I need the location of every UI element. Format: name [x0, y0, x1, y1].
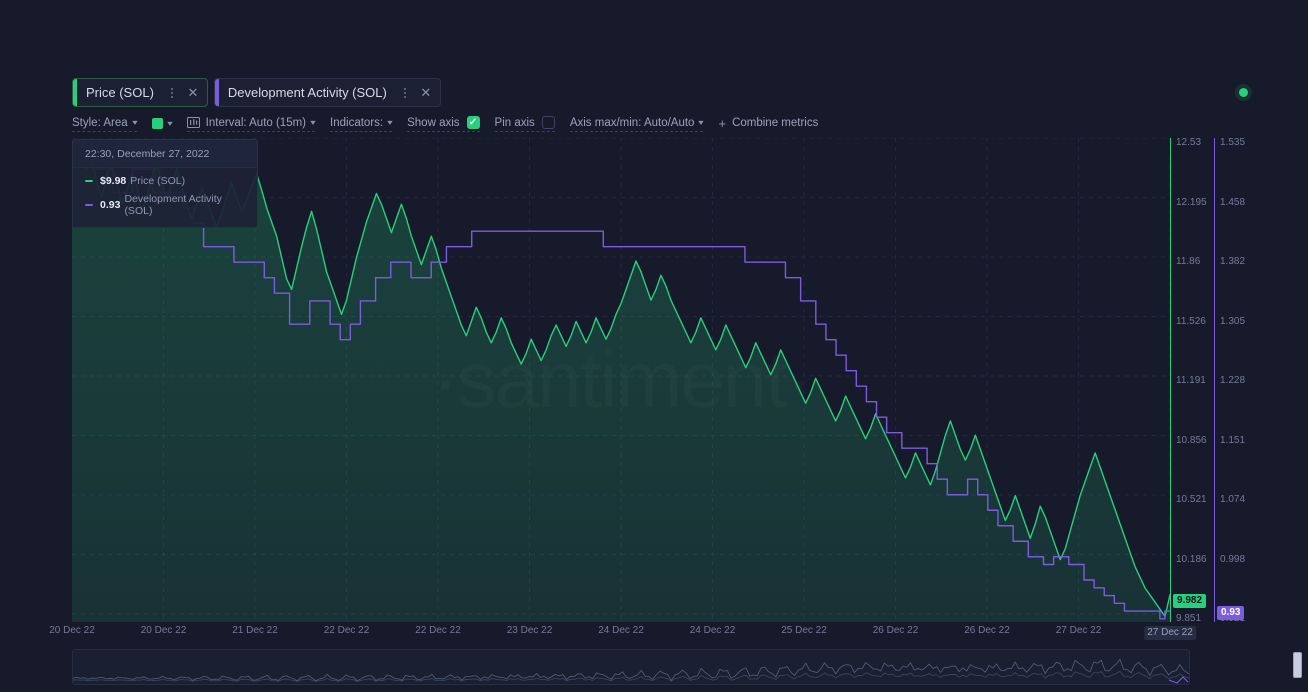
- axis-tick: 12.53: [1176, 137, 1202, 148]
- legend-dash-icon: [85, 180, 93, 183]
- axis-tick: 1.305: [1220, 315, 1246, 327]
- time-axis-tick: 24 Dec 22: [689, 625, 736, 636]
- axis-tick: 1.074: [1220, 494, 1246, 505]
- combine-metrics-label: Combine metrics: [732, 117, 819, 129]
- time-axis-tick: 21 Dec 22: [232, 625, 278, 636]
- axis-tick: 11.526: [1176, 315, 1206, 327]
- interval-selector[interactable]: Interval: Auto (15m) ▾: [186, 114, 316, 132]
- tooltip-value-devactivity: 0.93: [100, 198, 121, 211]
- tooltip-rows: $9.98 Price (SOL) 0.93 Development Activ…: [73, 168, 257, 227]
- navigator-drag-handle[interactable]: [1293, 652, 1302, 678]
- chevron-down-icon: ▾: [166, 118, 173, 128]
- chevron-down-icon: ▾: [698, 118, 705, 127]
- tooltip-date: 22:30, December 27, 2022: [73, 140, 257, 168]
- axis-minmax-selector[interactable]: Axis max/min: Auto/Auto ▾: [569, 114, 705, 132]
- pin-axis-label: Pin axis: [494, 116, 535, 129]
- color-swatch-icon: [151, 117, 163, 129]
- devactivity-axis-line: [1214, 138, 1215, 622]
- devactivity-cursor-badge: 0.93: [1217, 606, 1245, 620]
- axis-minmax-label: Axis max/min: Auto/Auto: [569, 116, 695, 129]
- show-axis-label: Show axis: [407, 116, 460, 129]
- combine-metrics-button[interactable]: + Combine metrics: [718, 114, 818, 132]
- axis-tick: 1.228: [1220, 375, 1246, 386]
- color-selector[interactable]: ▾: [151, 114, 173, 132]
- axis-tick: 10.186: [1176, 553, 1207, 565]
- tab-accent-price: [73, 79, 77, 106]
- tab-accent-devactivity: [214, 79, 219, 106]
- plus-icon: +: [718, 115, 727, 131]
- tooltip-value-price: $9.98: [100, 175, 127, 187]
- price-axis-line: [1170, 138, 1171, 622]
- time-axis-tick: 20 Dec 22: [140, 625, 187, 636]
- indicators-selector[interactable]: Indicators: ▾: [330, 114, 393, 132]
- tab-label-price: Price (SOL): [86, 85, 154, 100]
- tab-development-activity-sol[interactable]: Development Activity (SOL) ✕: [213, 78, 441, 107]
- chevron-down-icon: ▾: [310, 118, 316, 127]
- axis-tick: 10.521: [1176, 494, 1207, 505]
- time-axis-tick: 24 Dec 22: [598, 625, 644, 636]
- time-axis-tick: 27 Dec 22: [1055, 625, 1102, 636]
- price-cursor-badge: 9.982: [1173, 594, 1207, 608]
- time-axis-tick: 20 Dec 22: [49, 625, 95, 636]
- tab-price-sol[interactable]: Price (SOL) ✕: [72, 78, 208, 107]
- tooltip-row-price: $9.98 Price (SOL): [85, 175, 247, 188]
- tab-label-devactivity: Development Activity (SOL): [227, 85, 387, 100]
- axis-tick: 12.195: [1176, 196, 1207, 208]
- indicators-label: Indicators:: [330, 116, 384, 129]
- axis-tick: 1.535: [1220, 137, 1246, 148]
- chart-application: Price (SOL) ✕ Development Activity (SOL)…: [0, 0, 1308, 692]
- axis-tick: 0.998: [1220, 553, 1246, 565]
- chart-toolbar: Style: Area ▾ ▾ Interval: Auto (15m) ▾ I…: [72, 113, 833, 133]
- axis-tick: 11.86: [1176, 256, 1201, 267]
- axis-tick: 1.382: [1220, 256, 1246, 267]
- chart-tooltip: 22:30, December 27, 2022 $9.98 Price (SO…: [72, 139, 258, 228]
- tooltip-row-devactivity: 0.93 Development Activity (SOL): [85, 193, 247, 218]
- time-axis-tick: 25 Dec 22: [781, 625, 827, 636]
- live-status-dot: [1239, 88, 1248, 97]
- close-icon[interactable]: ✕: [420, 86, 432, 99]
- show-axis-checkbox[interactable]: ✓: [466, 116, 480, 129]
- pin-axis-toggle[interactable]: Pin axis: [494, 114, 555, 132]
- kebab-menu-icon[interactable]: [165, 84, 179, 102]
- interval-label: Interval: Auto (15m): [205, 116, 307, 129]
- metric-tabs: Price (SOL) ✕ Development Activity (SOL)…: [72, 78, 447, 107]
- chevron-down-icon: ▾: [387, 118, 393, 127]
- style-label: Style: Area: [72, 116, 128, 129]
- legend-dash-icon: [85, 204, 93, 207]
- navigator-sparkline: [73, 658, 1189, 684]
- time-axis-tick: 27 Dec 22: [1144, 626, 1196, 640]
- candlestick-icon: [186, 117, 200, 128]
- style-selector[interactable]: Style: Area ▾: [72, 114, 137, 132]
- axis-tick: 1.151: [1220, 434, 1246, 446]
- time-axis-tick: 23 Dec 22: [506, 625, 553, 636]
- time-axis-tick: 26 Dec 22: [964, 625, 1010, 636]
- range-navigator[interactable]: [72, 649, 1190, 685]
- tooltip-name-price: Price (SOL): [130, 175, 186, 187]
- time-axis-tick: 26 Dec 22: [872, 625, 919, 636]
- chevron-down-icon: ▾: [131, 118, 138, 127]
- axis-tick: 1.458: [1220, 196, 1246, 208]
- pin-axis-checkbox[interactable]: [541, 116, 555, 129]
- axis-tick: 10.856: [1176, 434, 1207, 446]
- axis-tick: 9.851: [1176, 613, 1202, 624]
- axis-tick: 11.191: [1176, 375, 1206, 386]
- kebab-menu-icon[interactable]: [398, 84, 412, 102]
- show-axis-toggle[interactable]: Show axis ✓: [407, 114, 480, 132]
- close-icon[interactable]: ✕: [187, 86, 199, 99]
- tooltip-name-devactivity: Development Activity (SOL): [124, 192, 222, 218]
- time-axis-tick: 22 Dec 22: [415, 625, 461, 636]
- time-axis-tick: 22 Dec 22: [323, 625, 370, 636]
